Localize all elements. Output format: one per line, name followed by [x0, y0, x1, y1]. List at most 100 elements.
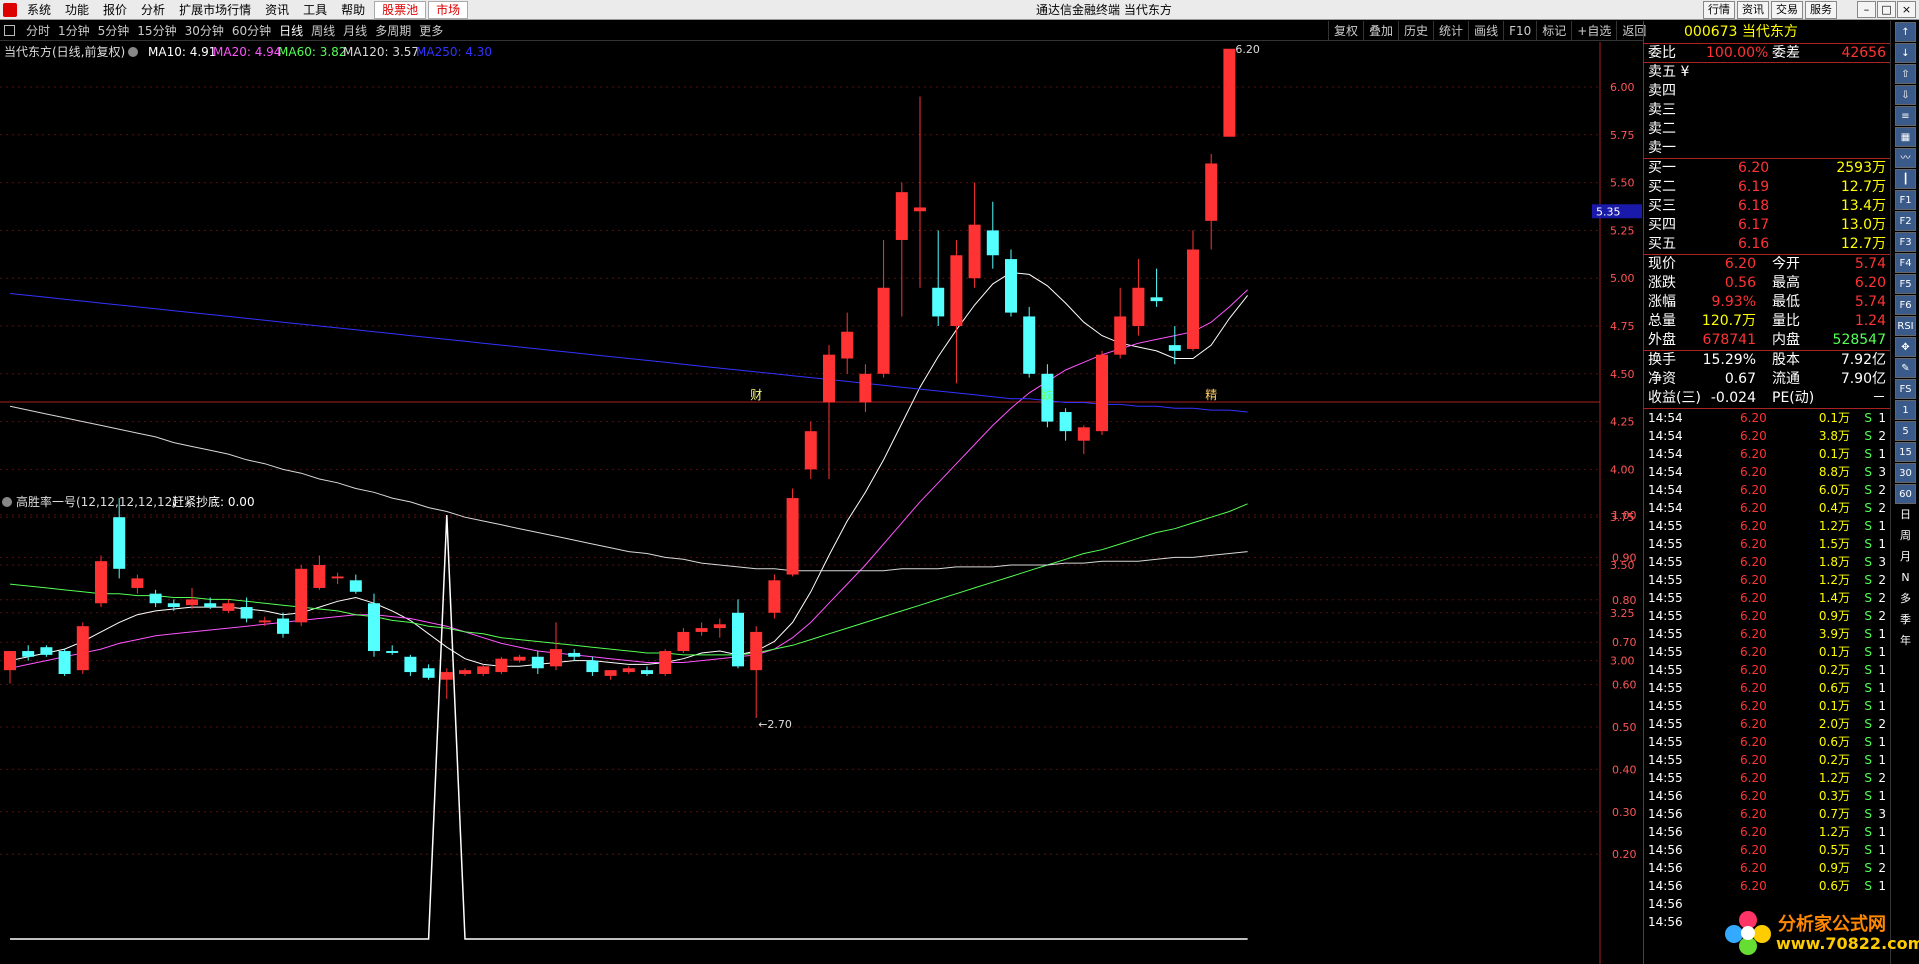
- trade-button[interactable]: 交易: [1771, 1, 1803, 19]
- history-button[interactable]: 历史: [1398, 21, 1433, 41]
- ma-line-ma250: [9, 293, 1248, 413]
- tick-row: 14:55 6.20 0.6万 S 1: [1644, 679, 1890, 697]
- menu-item-system[interactable]: 系统: [20, 0, 58, 20]
- period-shortcut[interactable]: 月: [1895, 547, 1916, 567]
- draw-button[interactable]: 画线: [1468, 21, 1503, 41]
- menu-item-function[interactable]: 功能: [58, 0, 96, 20]
- candle-up: [1114, 316, 1127, 355]
- period-shortcut[interactable]: 日: [1895, 505, 1916, 525]
- candle-icon[interactable]: ┃: [1895, 169, 1916, 189]
- mark-button[interactable]: 标记: [1536, 21, 1571, 41]
- chart-icon[interactable]: 〰: [1895, 148, 1916, 168]
- num60-icon[interactable]: 60: [1895, 484, 1916, 504]
- buy-level-row: 买五 6.16 12.7万: [1644, 235, 1890, 254]
- num30-icon[interactable]: 30: [1895, 463, 1916, 483]
- tick-volume: 1.2万: [1818, 771, 1850, 785]
- indicator-legend-name: 高胜率一号(12,12,12,12,12): [16, 494, 177, 509]
- indicator-legend-value: 赶紧抄底: 0.00: [172, 494, 255, 509]
- f2-icon[interactable]: F2: [1895, 211, 1916, 231]
- period-shortcut[interactable]: 周: [1895, 526, 1916, 546]
- tab-multi-period[interactable]: 多周期: [371, 21, 415, 41]
- period-tabs: 分时 1分钟 5分钟 15分钟 30分钟 60分钟 日线 周线 月线 多周期 更…: [22, 21, 447, 41]
- minimize-icon[interactable]: –: [1857, 1, 1876, 18]
- stat-value: 120.7万: [1701, 313, 1756, 329]
- arrow-up-icon[interactable]: ⇧: [1895, 64, 1916, 84]
- price-tick-label: 4.50: [1610, 368, 1635, 381]
- tab-intraday[interactable]: 分时: [22, 21, 54, 41]
- layout-icon[interactable]: [4, 25, 15, 36]
- tab-1min[interactable]: 1分钟: [54, 21, 94, 41]
- period-shortcut[interactable]: 季: [1895, 610, 1916, 630]
- menu-item-info[interactable]: 资讯: [258, 0, 296, 20]
- move-icon[interactable]: ✥: [1895, 337, 1916, 357]
- overlay-button[interactable]: 叠加: [1363, 21, 1398, 41]
- f6-icon[interactable]: F6: [1895, 295, 1916, 315]
- buy-level-label: 买四: [1648, 217, 1676, 233]
- f1-icon[interactable]: F1: [1895, 190, 1916, 210]
- title-bar: 系统 功能 报价 分析 扩展市场行情 资讯 工具 帮助 股票池 市场 通达信金融…: [0, 0, 1919, 20]
- candle-up: [713, 624, 726, 629]
- maximize-icon[interactable]: □: [1877, 1, 1896, 18]
- arrow-down-icon[interactable]: ↓: [1895, 43, 1916, 63]
- tick-row: 14:55 6.20 1.5万 S 1: [1644, 535, 1890, 553]
- candle-down: [1023, 316, 1036, 374]
- fs-icon[interactable]: FS: [1895, 379, 1916, 399]
- f4-icon[interactable]: F4: [1895, 253, 1916, 273]
- tick-price: 6.20: [1740, 447, 1767, 461]
- tick-row: 14:54 6.20 0.4万 S 2: [1644, 499, 1890, 517]
- add-watchlist-button[interactable]: +自选: [1571, 21, 1616, 41]
- service-button[interactable]: 服务: [1805, 1, 1837, 19]
- candle-down: [277, 618, 289, 634]
- quote-button[interactable]: 行情: [1703, 1, 1735, 19]
- tab-30min[interactable]: 30分钟: [181, 21, 228, 41]
- menu-item-analysis[interactable]: 分析: [134, 0, 172, 20]
- stock-pool-button[interactable]: 股票池: [374, 1, 427, 19]
- num5-icon[interactable]: 5: [1895, 421, 1916, 441]
- tab-5min[interactable]: 5分钟: [94, 21, 134, 41]
- f3-icon[interactable]: F3: [1895, 232, 1916, 252]
- stat-label: 涨跌: [1648, 275, 1676, 291]
- period-shortcut[interactable]: N: [1895, 568, 1916, 588]
- tab-15min[interactable]: 15分钟: [133, 21, 180, 41]
- f10-button[interactable]: F10: [1503, 21, 1536, 41]
- arrow-up-icon[interactable]: ↑: [1895, 22, 1916, 42]
- f5-icon[interactable]: F5: [1895, 274, 1916, 294]
- legend-settings-icon[interactable]: [128, 47, 138, 57]
- menu-item-tools[interactable]: 工具: [296, 0, 334, 20]
- grid-icon[interactable]: ▦: [1895, 127, 1916, 147]
- tick-side: S: [1864, 573, 1872, 587]
- num1-icon[interactable]: 1: [1895, 400, 1916, 420]
- menu-item-help[interactable]: 帮助: [334, 0, 372, 20]
- candle-down: [1168, 345, 1181, 351]
- tab-daily[interactable]: 日线: [275, 21, 307, 41]
- pencil-icon[interactable]: ✎: [1895, 358, 1916, 378]
- candle-up: [695, 628, 708, 632]
- tab-more[interactable]: 更多: [415, 21, 447, 41]
- market-button[interactable]: 市场: [428, 1, 469, 19]
- tick-price: 6.20: [1740, 411, 1767, 425]
- arrow-down-icon[interactable]: ⇩: [1895, 85, 1916, 105]
- menu-item-ext-market[interactable]: 扩展市场行情: [172, 0, 258, 20]
- stats-button[interactable]: 统计: [1433, 21, 1468, 41]
- buy-level-price: 6.19: [1738, 179, 1770, 195]
- tab-monthly[interactable]: 月线: [339, 21, 371, 41]
- tick-price: 6.20: [1740, 573, 1767, 587]
- period-shortcut[interactable]: 年: [1895, 631, 1916, 651]
- rsi-icon[interactable]: RSI: [1895, 316, 1916, 336]
- info-button[interactable]: 资讯: [1737, 1, 1769, 19]
- adjust-button[interactable]: 复权: [1328, 21, 1363, 41]
- tick-price: 6.20: [1740, 663, 1767, 677]
- period-shortcut[interactable]: 多: [1895, 589, 1916, 609]
- close-icon[interactable]: ×: [1897, 1, 1916, 18]
- tab-weekly[interactable]: 周线: [307, 21, 339, 41]
- tick-time: 14:55: [1648, 717, 1683, 731]
- menu-item-quote[interactable]: 报价: [96, 0, 134, 20]
- tick-time: 14:55: [1648, 681, 1683, 695]
- tab-60min[interactable]: 60分钟: [228, 21, 275, 41]
- price-marker-label: 5.35: [1596, 205, 1621, 218]
- indicator-settings-icon[interactable]: [2, 497, 12, 507]
- list-icon[interactable]: ≡: [1895, 106, 1916, 126]
- kline-chart[interactable]: 6.20 ←2.70 财 跌 精 6.00 5.75 5.50 5.25 5.00 4.75 4.50…: [0, 42, 1643, 964]
- price-tick-label: 5.00: [1610, 272, 1635, 285]
- num15-icon[interactable]: 15: [1895, 442, 1916, 462]
